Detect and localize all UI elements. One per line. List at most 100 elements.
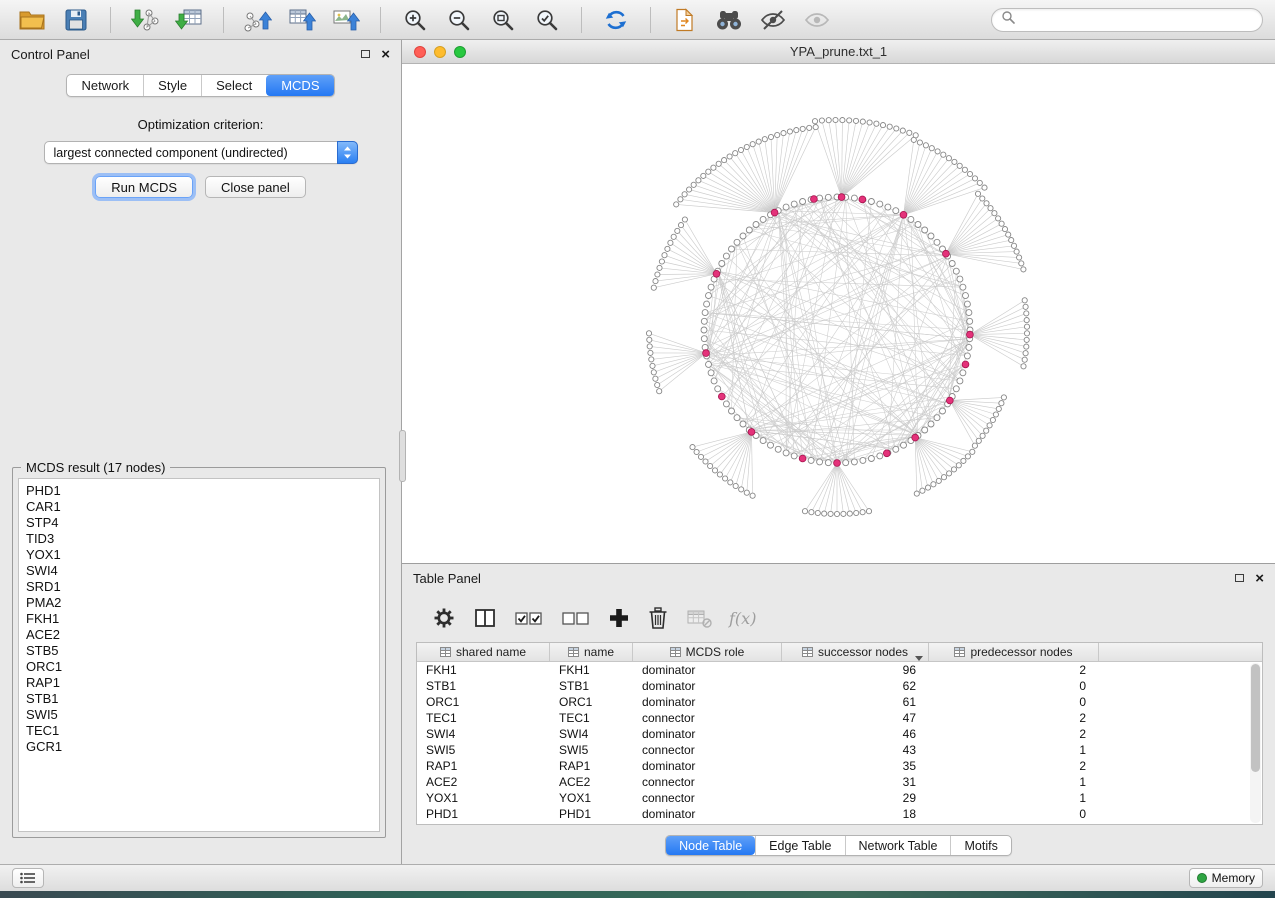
table-row[interactable]: RAP1RAP1dominator352 <box>417 758 1262 774</box>
memory-button[interactable]: Memory <box>1189 868 1263 888</box>
show-selected-button[interactable] <box>797 5 837 35</box>
table-options-button[interactable] <box>432 606 456 630</box>
control-panel-tabs: NetworkStyleSelectMCDS <box>66 74 334 97</box>
export-image-button[interactable] <box>326 5 366 35</box>
find-icon <box>715 8 743 32</box>
table-row[interactable]: SWI5SWI5connector431 <box>417 742 1262 758</box>
mcds-result-item[interactable]: CAR1 <box>26 499 379 515</box>
table-row[interactable]: ORC1ORC1dominator610 <box>417 694 1262 710</box>
float-panel-icon[interactable] <box>361 50 370 58</box>
task-history-button[interactable] <box>12 868 44 888</box>
show-columns-button[interactable] <box>473 606 497 630</box>
delete-rows-icon <box>647 606 669 630</box>
table-cell: FKH1 <box>417 662 550 678</box>
tab-style[interactable]: Style <box>143 75 201 96</box>
tab-motifs[interactable]: Motifs <box>950 836 1010 855</box>
table-scrollbar[interactable] <box>1250 663 1261 823</box>
open-session-icon <box>19 9 45 31</box>
panel-splitter-handle[interactable] <box>399 430 406 482</box>
open-session-button[interactable] <box>12 5 52 35</box>
select-all-rows-button[interactable] <box>514 606 544 630</box>
deselect-all-rows-button[interactable] <box>561 606 591 630</box>
table-scrollbar-thumb[interactable] <box>1251 664 1260 772</box>
tab-select[interactable]: Select <box>201 75 266 96</box>
mcds-result-item[interactable]: STP4 <box>26 515 379 531</box>
column-grid-icon <box>670 647 681 657</box>
table-panel-header: Table Panel × <box>402 564 1275 592</box>
application-window: Control Panel × NetworkStyleSelectMCDS O… <box>0 0 1275 898</box>
column-header-predecessor-nodes[interactable]: predecessor nodes <box>929 643 1099 661</box>
minimize-window-icon[interactable] <box>434 46 446 58</box>
zoom-fit-button[interactable] <box>483 5 523 35</box>
apply-layout-button[interactable] <box>596 5 636 35</box>
table-row[interactable]: TEC1TEC1connector472 <box>417 710 1262 726</box>
network-graph[interactable] <box>402 64 1275 563</box>
mcds-result-item[interactable]: FKH1 <box>26 611 379 627</box>
mcds-result-item[interactable]: PHD1 <box>26 483 379 499</box>
run-mcds-button[interactable]: Run MCDS <box>95 176 193 198</box>
zoom-selected-button[interactable] <box>527 5 567 35</box>
tab-network-table[interactable]: Network Table <box>845 836 951 855</box>
mcds-result-item[interactable]: SRD1 <box>26 579 379 595</box>
import-table-button[interactable] <box>169 5 209 35</box>
tab-node-table[interactable]: Node Table <box>666 836 755 855</box>
mcds-result-item[interactable]: PMA2 <box>26 595 379 611</box>
export-table-button[interactable] <box>282 5 322 35</box>
share-document-button[interactable] <box>665 5 705 35</box>
mcds-result-item[interactable]: ORC1 <box>26 659 379 675</box>
mcds-result-item[interactable]: SWI5 <box>26 707 379 723</box>
close-window-icon[interactable] <box>414 46 426 58</box>
find-button[interactable] <box>709 5 749 35</box>
import-network-button[interactable] <box>125 5 165 35</box>
mcds-result-item[interactable]: ACE2 <box>26 627 379 643</box>
tab-edge-table[interactable]: Edge Table <box>755 836 844 855</box>
mcds-result-item[interactable]: SWI4 <box>26 563 379 579</box>
maximize-window-icon[interactable] <box>454 46 466 58</box>
deselect-all-rows-icon <box>561 606 591 630</box>
close-table-panel-icon[interactable]: × <box>1255 571 1264 586</box>
table-cell: dominator <box>633 662 782 678</box>
close-panel-button[interactable]: Close panel <box>205 176 306 198</box>
save-session-button[interactable] <box>56 5 96 35</box>
table-cell: 0 <box>929 678 1099 694</box>
search-input[interactable] <box>1021 13 1253 27</box>
mcds-result-item[interactable]: GCR1 <box>26 739 379 755</box>
column-header-MCDS-role[interactable]: MCDS role <box>633 643 782 661</box>
node-table-header: shared namenameMCDS rolesuccessor nodesp… <box>417 643 1262 662</box>
network-canvas[interactable] <box>402 64 1275 563</box>
table-row[interactable]: ACE2ACE2connector311 <box>417 774 1262 790</box>
column-header-name[interactable]: name <box>550 643 633 661</box>
table-options-icon <box>432 606 456 630</box>
hide-selected-button[interactable] <box>753 5 793 35</box>
tab-network[interactable]: Network <box>67 75 143 96</box>
mcds-result-item[interactable]: STB5 <box>26 643 379 659</box>
mcds-result-item[interactable]: YOX1 <box>26 547 379 563</box>
criterion-dropdown[interactable]: largest connected component (undirected) <box>44 141 358 164</box>
float-table-panel-icon[interactable] <box>1235 574 1244 582</box>
table-row[interactable]: YOX1YOX1connector291 <box>417 790 1262 806</box>
zoom-in-button[interactable] <box>395 5 435 35</box>
tab-mcds[interactable]: MCDS <box>266 75 333 96</box>
toolbar-separator <box>110 7 111 33</box>
function-builder-button[interactable]: f(x) <box>729 609 756 628</box>
table-row[interactable]: STB1STB1dominator620 <box>417 678 1262 694</box>
zoom-out-button[interactable] <box>439 5 479 35</box>
close-panel-icon[interactable]: × <box>381 47 390 62</box>
add-row-button[interactable] <box>608 607 630 629</box>
export-network-button[interactable] <box>238 5 278 35</box>
mcds-result-item[interactable]: TEC1 <box>26 723 379 739</box>
search-box[interactable] <box>991 8 1263 32</box>
mcds-result-item[interactable]: STB1 <box>26 691 379 707</box>
mcds-result-item[interactable]: TID3 <box>26 531 379 547</box>
import-table-disabled-button[interactable] <box>686 607 712 629</box>
column-header-shared-name[interactable]: shared name <box>417 643 550 661</box>
mcds-result-group: MCDS result (17 nodes) PHD1CAR1STP4TID3Y… <box>12 467 386 838</box>
table-row[interactable]: PHD1PHD1dominator180 <box>417 806 1262 822</box>
table-cell: 29 <box>782 790 929 806</box>
table-row[interactable]: FKH1FKH1dominator962 <box>417 662 1262 678</box>
table-row[interactable]: SWI4SWI4dominator462 <box>417 726 1262 742</box>
delete-rows-button[interactable] <box>647 606 669 630</box>
column-header-successor-nodes[interactable]: successor nodes <box>782 643 929 661</box>
mcds-result-item[interactable]: RAP1 <box>26 675 379 691</box>
control-panel-header: Control Panel × <box>0 40 401 68</box>
